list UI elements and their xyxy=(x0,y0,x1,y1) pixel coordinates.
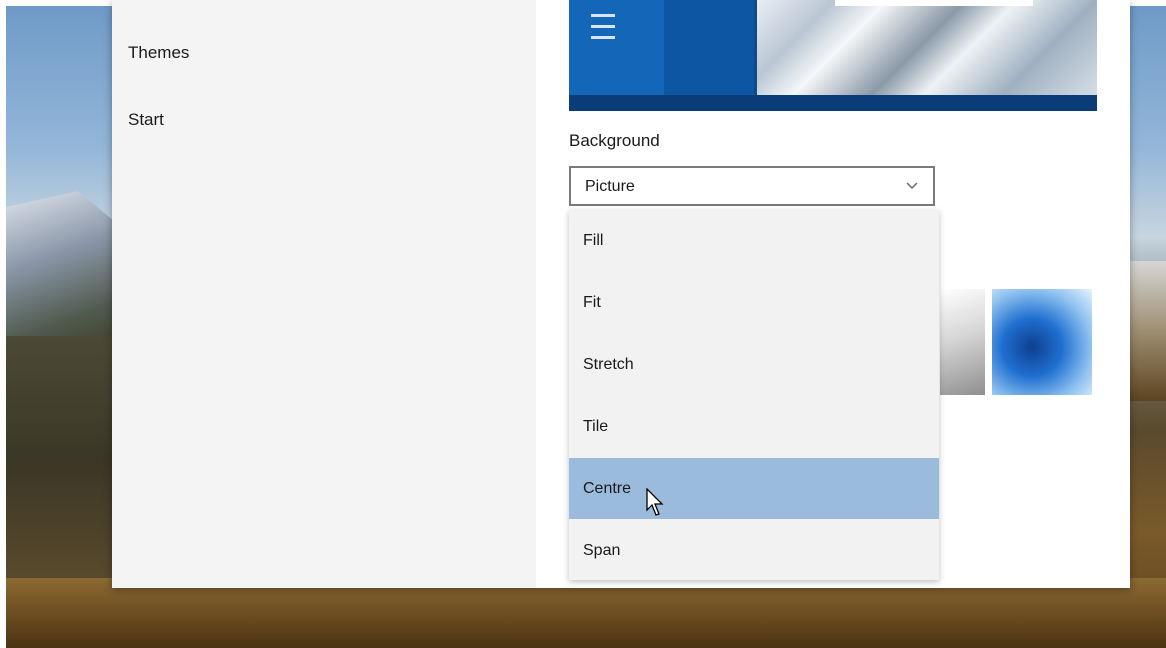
dropdown-option-span[interactable]: Span xyxy=(569,520,939,581)
fit-dropdown-list: Fill Fit Stretch Tile Centre Span xyxy=(569,210,939,580)
dropdown-option-fit[interactable]: Fit xyxy=(569,272,939,333)
dropdown-option-centre[interactable]: Centre xyxy=(569,458,939,519)
wallpaper-hill-left xyxy=(6,191,126,351)
settings-nav: Themes Start xyxy=(112,0,536,588)
mouse-cursor-icon xyxy=(646,488,664,516)
nav-item-start[interactable]: Start xyxy=(128,110,164,130)
recent-picture-thumbnail[interactable] xyxy=(940,289,985,395)
recent-pictures xyxy=(940,289,1092,395)
dropdown-option-fill[interactable]: Fill xyxy=(569,210,939,271)
preview-taskbar xyxy=(569,95,1097,111)
hamburger-menu-icon xyxy=(591,14,615,50)
settings-window: Themes Start Background Picture Fill Fit… xyxy=(112,0,1130,588)
nav-item-themes[interactable]: Themes xyxy=(128,43,189,63)
preview-window-bar xyxy=(835,0,1033,6)
dropdown-option-stretch[interactable]: Stretch xyxy=(569,334,939,395)
wallpaper-ground xyxy=(6,578,1166,648)
preview-start-tiles xyxy=(569,0,754,95)
wallpaper-trees xyxy=(6,336,126,586)
background-select[interactable]: Picture xyxy=(569,166,935,206)
preview-tile xyxy=(569,0,664,95)
chevron-down-icon xyxy=(906,182,918,190)
background-label: Background xyxy=(569,131,660,150)
background-preview xyxy=(569,0,1097,111)
preview-picture xyxy=(757,0,1097,95)
preview-tile xyxy=(664,0,754,95)
background-select-value: Picture xyxy=(585,178,635,195)
dropdown-option-tile[interactable]: Tile xyxy=(569,396,939,457)
recent-picture-thumbnail[interactable] xyxy=(992,289,1092,395)
